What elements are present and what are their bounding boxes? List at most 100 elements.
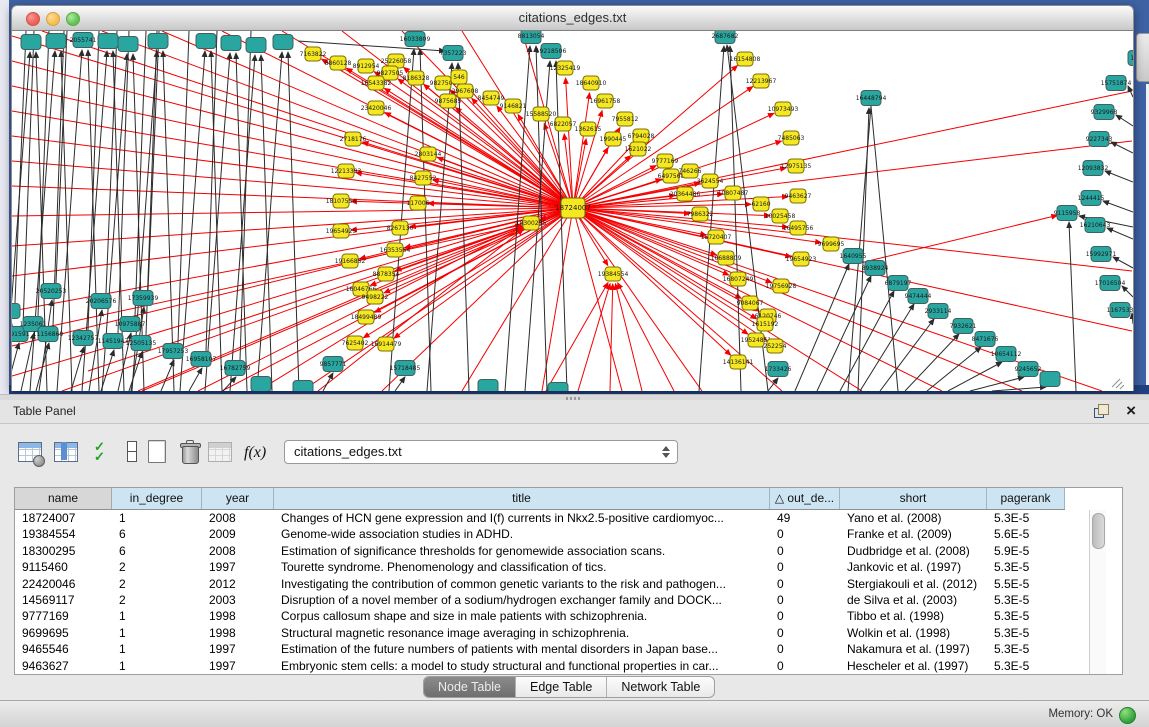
- network-node[interactable]: 12093832: [1078, 161, 1109, 176]
- network-node[interactable]: 12975135: [781, 159, 812, 173]
- network-node[interactable]: [98, 34, 118, 49]
- network-node[interactable]: 8878354: [373, 267, 400, 281]
- table-row[interactable]: 1830029562008Estimation of significance …: [15, 543, 1122, 559]
- tab-edge-table[interactable]: Edge Table: [516, 677, 607, 697]
- network-node[interactable]: 16154808: [730, 52, 761, 66]
- network-node[interactable]: 11451947: [98, 334, 129, 349]
- network-node[interactable]: 117006: [407, 196, 430, 210]
- network-node[interactable]: [246, 38, 266, 53]
- network-node[interactable]: [221, 36, 241, 51]
- tab-node-table[interactable]: Node Table: [424, 677, 516, 697]
- network-node[interactable]: 15992971: [1086, 247, 1117, 262]
- float-panel-icon[interactable]: [1094, 404, 1109, 418]
- network-node[interactable]: 12325419: [550, 61, 581, 75]
- network-node[interactable]: 9463627: [785, 189, 812, 203]
- network-node[interactable]: 9245652: [1015, 362, 1042, 377]
- network-node[interactable]: 9474444: [905, 289, 932, 304]
- network-node[interactable]: 2055741: [70, 33, 97, 48]
- network-node[interactable]: [251, 377, 271, 392]
- network-node[interactable]: 1733426: [765, 362, 792, 377]
- network-node[interactable]: 20206576: [86, 294, 117, 309]
- table-row[interactable]: 911546021997Tourette syndrome. Phenomeno…: [15, 559, 1122, 575]
- network-node[interactable]: 9115958: [1054, 206, 1081, 221]
- network-node[interactable]: [118, 37, 138, 52]
- network-node[interactable]: 1362615: [575, 122, 602, 136]
- network-node[interactable]: 9699695: [818, 237, 845, 251]
- network-node[interactable]: 19654925: [326, 224, 357, 238]
- tab-network-table[interactable]: Network Table: [607, 677, 714, 697]
- table-select-dropdown[interactable]: citations_edges.txt: [284, 440, 678, 464]
- network-node[interactable]: 7163822: [300, 47, 327, 61]
- network-node[interactable]: [273, 35, 293, 50]
- table-row[interactable]: 2242004622012Investigating the contribut…: [15, 576, 1122, 592]
- network-window-titlebar[interactable]: citations_edges.txt: [11, 5, 1134, 31]
- network-node[interactable]: 20520253: [36, 284, 67, 299]
- network-node[interactable]: 8860128: [325, 56, 352, 70]
- network-node[interactable]: 9857771: [320, 357, 347, 372]
- function-builder-icon[interactable]: f(x): [244, 438, 272, 466]
- network-node[interactable]: 18107554: [326, 194, 357, 208]
- network-node[interactable]: 19218506: [536, 44, 567, 59]
- network-node[interactable]: 16210643: [1080, 218, 1111, 233]
- column-header-name[interactable]: name: [15, 488, 112, 509]
- column-header-title[interactable]: title: [274, 488, 770, 509]
- network-node[interactable]: 2803144: [415, 147, 442, 161]
- network-node[interactable]: 10025458: [765, 209, 796, 223]
- network-node[interactable]: 1244415: [1078, 191, 1105, 206]
- network-node[interactable]: 7485063: [778, 131, 805, 145]
- network-node[interactable]: [478, 380, 498, 392]
- new-table-icon[interactable]: [144, 438, 172, 466]
- table-row[interactable]: 977716911998Corpus callosum shape and si…: [15, 608, 1122, 624]
- column-header-pagerank[interactable]: pagerank: [987, 488, 1065, 509]
- network-node[interactable]: 18640910: [576, 76, 607, 90]
- network-node[interactable]: 12213393: [331, 164, 362, 178]
- network-node[interactable]: 12213967: [746, 74, 777, 88]
- citation-network-graph[interactable]: 2055741160338097357223881305419218506268…: [12, 31, 1133, 391]
- network-node[interactable]: [12, 304, 20, 319]
- network-node[interactable]: 8186328: [403, 71, 430, 85]
- network-node[interactable]: 16958107: [186, 352, 217, 367]
- network-node[interactable]: 546: [451, 70, 467, 84]
- network-node[interactable]: 19384554: [598, 267, 629, 281]
- network-node[interactable]: [548, 383, 568, 392]
- column-header-year[interactable]: year: [202, 488, 274, 509]
- network-node[interactable]: 3624554: [697, 174, 724, 188]
- table-scrollbar[interactable]: [1089, 510, 1106, 674]
- network-node[interactable]: [293, 381, 313, 392]
- network-node[interactable]: 15588520: [526, 107, 557, 121]
- network-node[interactable]: [1040, 372, 1060, 387]
- network-node[interactable]: 14136141: [723, 355, 754, 369]
- column-header-outde[interactable]: △ out_de...: [770, 488, 840, 509]
- network-node[interactable]: [148, 34, 168, 49]
- network-canvas[interactable]: 2055741160338097357223881305419218506268…: [11, 31, 1134, 391]
- network-node[interactable]: 16961758: [590, 94, 621, 108]
- show-column-icon[interactable]: [52, 438, 80, 466]
- network-node[interactable]: 2687682: [712, 31, 739, 44]
- close-panel-icon[interactable]: ×: [1126, 401, 1136, 421]
- network-node[interactable]: 8267130: [387, 221, 414, 235]
- network-node[interactable]: 16495756: [783, 221, 814, 235]
- network-node[interactable]: 10654112: [991, 347, 1022, 362]
- network-node[interactable]: [196, 34, 216, 49]
- network-node[interactable]: 746266: [679, 164, 702, 178]
- network-node[interactable]: 2933114: [925, 304, 952, 319]
- table-row[interactable]: 1872400712008Changes of HCN gene express…: [15, 510, 1122, 526]
- network-node[interactable]: 15751874: [1101, 76, 1132, 91]
- network-node[interactable]: 8813054: [518, 31, 545, 44]
- network-node[interactable]: 7625402: [342, 336, 369, 350]
- network-node[interactable]: 7357223: [440, 46, 467, 61]
- network-node[interactable]: 12342757: [68, 331, 99, 346]
- network-node[interactable]: 17359939: [128, 291, 159, 306]
- network-node[interactable]: 16448794: [856, 91, 887, 106]
- network-node[interactable]: 6822057: [550, 117, 577, 131]
- column-header-indegree[interactable]: in_degree: [112, 488, 202, 509]
- network-node[interactable]: 1112: [1128, 51, 1133, 66]
- network-node[interactable]: 7932621: [950, 319, 977, 334]
- network-node[interactable]: [46, 34, 66, 49]
- network-node[interactable]: 1990445: [600, 132, 627, 146]
- network-node[interactable]: 62160: [751, 197, 770, 211]
- delete-table-icon[interactable]: [176, 438, 204, 466]
- network-node[interactable]: 8912954: [353, 59, 380, 73]
- network-node[interactable]: 15718485: [390, 361, 421, 376]
- network-node[interactable]: 252254: [764, 339, 787, 353]
